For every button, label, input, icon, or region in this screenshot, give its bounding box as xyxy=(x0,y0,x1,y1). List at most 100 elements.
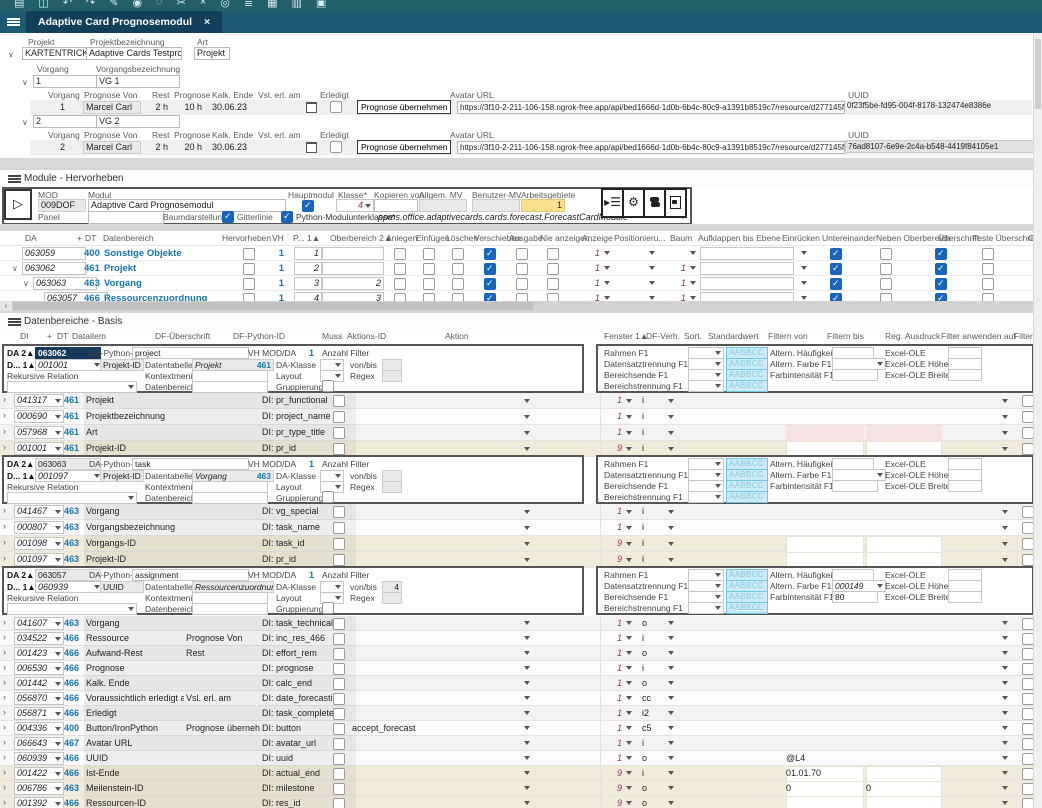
fenster-dropdown-arrow[interactable] xyxy=(624,504,634,519)
hdr-plus[interactable]: + xyxy=(47,331,52,341)
datenbereich-link[interactable]: Projekt xyxy=(104,263,136,274)
muss-checkbox[interactable] xyxy=(333,723,345,735)
vorgang-field[interactable]: 2 xyxy=(33,115,97,128)
filtern-bis-cell[interactable] xyxy=(866,706,942,722)
filtern-bis-cell[interactable] xyxy=(866,393,942,410)
df-ueberschrift-cell[interactable] xyxy=(184,781,260,797)
hdr-aufklappen[interactable]: Aufklappen bis Ebene xyxy=(698,233,781,243)
df-verh-dropdown-arrow[interactable] xyxy=(666,536,676,551)
art-field[interactable]: Projekt xyxy=(194,47,230,60)
filtern-bis-cell[interactable] xyxy=(866,766,942,782)
filter-anwenden-dropdown[interactable] xyxy=(998,393,1010,408)
fenster-dropdown[interactable]: 1 xyxy=(600,753,622,763)
anlegen-checkbox[interactable] xyxy=(394,248,406,260)
hdr-feste-ueberschrift[interactable]: Feste Überschrift xyxy=(972,233,1037,243)
prognose-value[interactable]: 10 h xyxy=(168,102,202,112)
expand-icon[interactable]: › xyxy=(3,505,6,515)
scroll-left-button[interactable]: ‹ xyxy=(0,301,12,311)
filtern-von-cell[interactable] xyxy=(786,504,864,521)
df-ueberschrift-cell[interactable]: Vsl. erl. am xyxy=(184,691,260,707)
vorgang-field[interactable]: 1 xyxy=(33,75,97,88)
hervorheben-checkbox[interactable] xyxy=(243,248,255,260)
df-verh-dropdown[interactable]: i xyxy=(642,506,664,516)
hdr-untereinander[interactable]: Untereinander xyxy=(822,233,876,243)
close-icon[interactable]: × xyxy=(200,0,206,8)
filtern-von-cell[interactable] xyxy=(786,676,864,692)
tree-chevron-icon[interactable]: ∨ xyxy=(12,264,18,273)
muss-checkbox[interactable] xyxy=(333,678,345,690)
dataitem-cell[interactable]: Voraussichtlich erledigt am xyxy=(84,691,184,707)
filter-anwenden-dropdown[interactable] xyxy=(998,536,1010,551)
hdr-hervorheben[interactable]: Hervorheben xyxy=(222,233,271,243)
fenster-dropdown[interactable]: 9 xyxy=(600,538,622,548)
edit-icon[interactable]: ✎ xyxy=(109,0,118,9)
filter-anwenden-dropdown[interactable] xyxy=(998,676,1010,690)
fenster-dropdown[interactable]: 9 xyxy=(600,443,622,453)
filtern-bis-cell[interactable] xyxy=(866,631,942,647)
filtern-bis-cell[interactable] xyxy=(866,504,942,521)
filtern-von-cell[interactable] xyxy=(786,706,864,722)
filtern-bis-cell[interactable] xyxy=(866,520,942,537)
df-verh-dropdown[interactable]: i xyxy=(642,738,664,748)
einfuegen-checkbox[interactable] xyxy=(423,248,435,260)
expand-icon[interactable]: › xyxy=(3,553,6,563)
dataitem-cell[interactable]: Button/IronPython xyxy=(84,721,184,737)
df-verh-dropdown-arrow[interactable] xyxy=(666,616,676,630)
dataitem-cell[interactable]: Ressource xyxy=(84,631,184,647)
filter-anwenden-dropdown[interactable] xyxy=(998,661,1010,675)
aktion-dropdown[interactable] xyxy=(520,736,532,750)
muss-checkbox[interactable] xyxy=(333,427,345,439)
fenster-dropdown[interactable]: 9 xyxy=(600,798,622,808)
hauptmodul-checkbox[interactable] xyxy=(302,200,314,212)
anzeige-dropdown-arrow[interactable] xyxy=(602,261,612,275)
filtern-von-cell[interactable] xyxy=(786,646,864,662)
df-ueberschrift-cell[interactable] xyxy=(184,796,260,808)
bereichstrennung-farbe-field[interactable]: AABBCC xyxy=(726,491,768,503)
hdr-df-verh[interactable]: DF-Verh. xyxy=(646,331,680,341)
di-input[interactable]: 001001 xyxy=(14,442,64,455)
oberbereich-field[interactable] xyxy=(322,247,384,260)
python-document-icon[interactable] xyxy=(664,188,687,218)
hdr-filtern-bis[interactable]: Filtern bis xyxy=(827,331,864,341)
avatar-url-field[interactable]: https://3f10-2-211-106-158.ngrok-free.ap… xyxy=(457,101,845,114)
excel-ole-breite-field[interactable] xyxy=(948,480,982,492)
di-input[interactable]: 006786 xyxy=(14,782,64,795)
expand-icon[interactable]: › xyxy=(3,767,6,777)
einruecken-dropdown[interactable] xyxy=(797,276,809,290)
df-verh-dropdown-arrow[interactable] xyxy=(666,766,676,780)
filtern-von-cell[interactable] xyxy=(786,661,864,677)
aktion-dropdown[interactable] xyxy=(520,425,532,440)
filtern-von-cell[interactable]: 01.01.70 xyxy=(786,766,864,782)
muss-checkbox[interactable] xyxy=(333,538,345,550)
dataitem-cell[interactable]: Projekt xyxy=(84,393,184,410)
anzeige-dropdown[interactable]: 1 xyxy=(580,278,600,289)
muss-checkbox[interactable] xyxy=(333,783,345,795)
di-input[interactable]: 001098 xyxy=(14,537,64,550)
loeschen-checkbox[interactable] xyxy=(452,278,464,290)
hdr-dt[interactable]: DT xyxy=(85,233,96,243)
filter-anwenden-dropdown[interactable] xyxy=(998,409,1010,424)
aktion-dropdown[interactable] xyxy=(520,504,532,519)
df-verh-dropdown[interactable]: o xyxy=(642,678,664,688)
aktion-dropdown[interactable] xyxy=(520,676,532,690)
muss-checkbox[interactable] xyxy=(333,618,345,630)
avatar-url-field[interactable]: https://3f10-2-211-106-158.ngrok-free.ap… xyxy=(457,141,845,154)
fenster-dropdown[interactable]: 9 xyxy=(600,783,622,793)
baum-dropdown-arrow[interactable] xyxy=(688,246,698,260)
neben-oberbereich-checkbox[interactable] xyxy=(880,278,892,290)
filtern-von-cell[interactable] xyxy=(786,425,864,442)
di-input[interactable]: 041317 xyxy=(14,394,64,407)
fenster-dropdown-arrow[interactable] xyxy=(624,706,634,720)
collapse-chevron-icon[interactable]: ∨ xyxy=(22,118,28,127)
expand-icon[interactable]: › xyxy=(3,782,6,792)
hdr-di[interactable]: DI xyxy=(20,331,29,341)
df-verh-dropdown[interactable]: c5 xyxy=(642,723,664,733)
filtern-von-cell[interactable] xyxy=(786,631,864,647)
aufklappen-field[interactable] xyxy=(700,247,794,260)
df-verh-dropdown[interactable]: cc xyxy=(642,693,664,703)
expand-icon[interactable]: › xyxy=(3,647,6,657)
df-verh-dropdown[interactable]: i xyxy=(642,427,664,437)
muss-checkbox[interactable] xyxy=(333,411,345,423)
filtern-bis-cell[interactable] xyxy=(866,721,942,737)
fenster-dropdown[interactable]: 1 xyxy=(600,506,622,516)
